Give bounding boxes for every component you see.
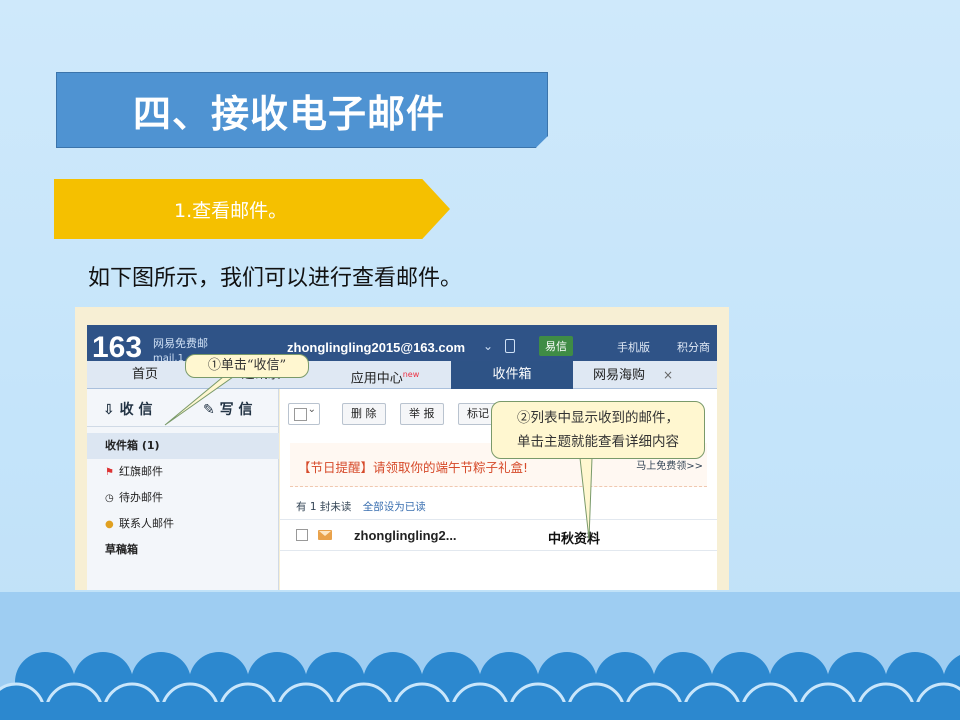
write-button[interactable]: ✎ 写 信 [203,399,252,419]
unread-summary: 有 1 封未读 全部设为已读 [296,499,426,514]
wave-decoration [0,652,960,720]
callout-list: ②列表中显示收到的邮件， 单击主题就能查看详细内容 [491,401,705,459]
notice-link[interactable]: 马上免费领>> [636,457,703,472]
callout-receive: ①单击“收信” [185,354,309,378]
slide-title-banner: 四、接收电子邮件 [56,72,548,148]
table-row[interactable]: zhonglingling2... 中秋资料 [280,519,717,551]
mobile-link[interactable]: 手机版 [617,339,650,355]
callout-list-line2: 单击主题就能查看详细内容 [517,434,679,450]
chevron-down-icon[interactable]: ⌄ [483,339,493,353]
tab-hot-badge: new [402,370,420,379]
receive-button[interactable]: ⇩ 收 信 [103,399,152,419]
flag-icon: ⚑ [105,467,114,478]
row-subject[interactable]: 中秋资料 [548,528,600,547]
report-button[interactable]: 举 报 [400,403,444,425]
points-link[interactable]: 积分商 [677,339,710,355]
sidebar-item-contacts-mail[interactable]: ● 联系人邮件 [87,511,279,537]
row-checkbox[interactable] [296,529,308,541]
sidebar-item-inbox[interactable]: 收件箱 (1) [87,433,279,459]
delete-button[interactable]: 删 除 [342,403,386,425]
slide-title: 四、接收电子邮件 [133,91,446,136]
step-label: 1.查看邮件。 [174,199,288,222]
close-icon: × [662,368,674,382]
mark-all-read-link[interactable]: 全部设为已读 [363,501,426,513]
intro-text: 如下图所示，我们可以进行查看邮件。 [88,266,463,291]
select-all-checkbox[interactable] [288,403,320,425]
tab-app-center[interactable]: 应用中心new [319,361,451,389]
callout-list-line1: ②列表中显示收到的邮件， [517,410,679,426]
row-sender[interactable]: zhonglingling2... [354,528,457,543]
step-banner: 1.查看邮件。 [54,179,450,239]
tab-inbox[interactable]: 收件箱 [451,361,573,389]
envelope-icon [318,530,332,540]
sidebar-item-flagged[interactable]: ⚑ 红旗邮件 [87,459,279,485]
mail-logo-subtitle: 网易免费邮 [153,337,208,350]
account-name[interactable]: zhonglingling2015@163.com [287,340,465,355]
yixin-button[interactable]: 易信 [539,336,573,356]
compose-row: ⇩ 收 信 ✎ 写 信 [87,389,279,427]
sidebar-item-todo[interactable]: ◷ 待办邮件 [87,485,279,511]
notice-text[interactable]: 【节日提醒】请领取你的端午节粽子礼盒! [298,457,528,476]
clock-icon: ◷ [105,493,114,504]
sidebar-item-drafts[interactable]: 草稿箱 [87,537,279,563]
mail-logo: 163 [92,331,143,364]
folder-sidebar: ⇩ 收 信 ✎ 写 信 收件箱 (1) ⚑ 红旗邮件 ◷ 待办邮件 ● 联系人邮件 草… [87,389,279,590]
tab-haigou[interactable]: 网易海购 × [573,361,693,389]
mail-screenshot: 163 网易免费邮 mail.1 zhonglingling2015@163.c… [75,307,729,590]
person-icon: ● [105,519,114,530]
mail-tabs: 首页 通讯录 应用中心new 收件箱 网易海购× [87,361,717,389]
unread-count: 有 1 封未读 [296,501,352,513]
phone-icon[interactable] [505,339,515,353]
